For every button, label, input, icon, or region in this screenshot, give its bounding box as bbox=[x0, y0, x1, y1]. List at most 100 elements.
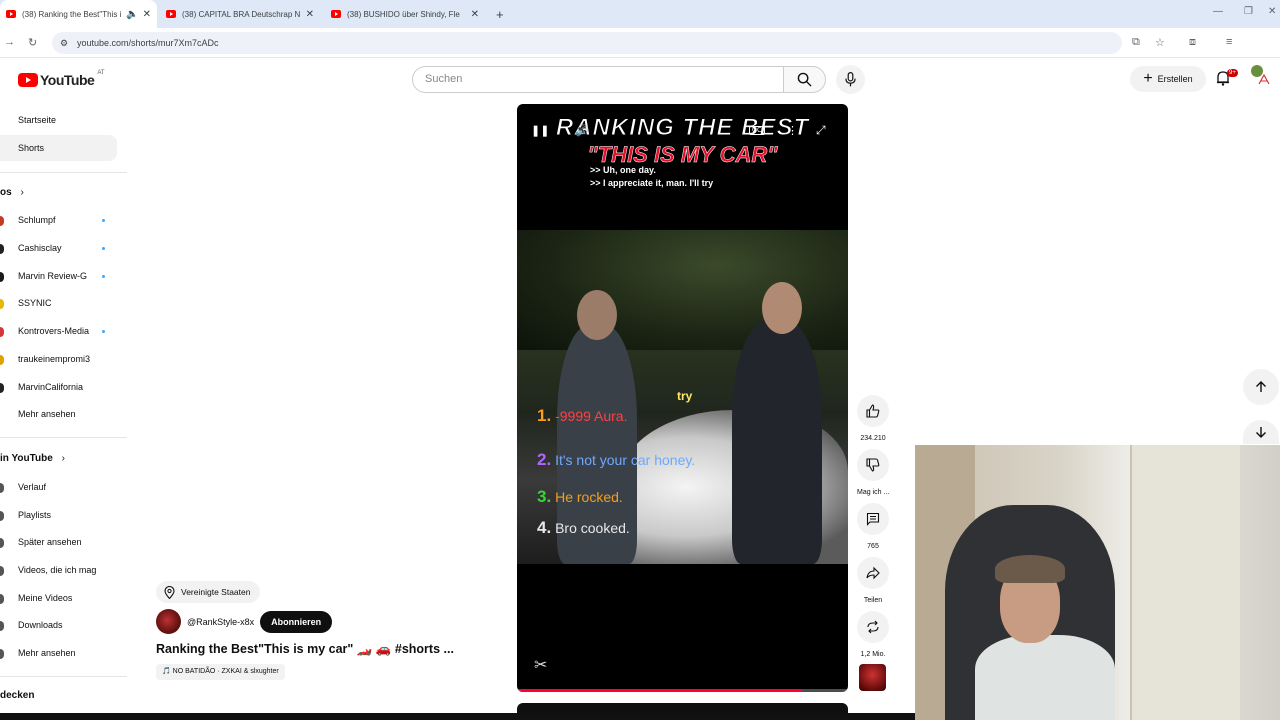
sidebar-item-home[interactable]: Startseite bbox=[18, 115, 56, 125]
sidebar-item-history[interactable]: Verlauf bbox=[18, 482, 46, 492]
channel-name[interactable]: @RankStyle-x8x bbox=[187, 617, 254, 627]
tab-title: (38) BUSHIDO über Shindy, Fle bbox=[347, 9, 460, 19]
minimize-icon[interactable]: — bbox=[1213, 6, 1223, 17]
liked-videos-icon bbox=[0, 566, 4, 576]
you-section-header-label: in YouTube bbox=[0, 453, 53, 464]
dislike-button[interactable]: Mag ich ... bbox=[857, 449, 889, 496]
sidebar-item-channel[interactable]: traukeinempromi3 bbox=[18, 354, 90, 364]
reload-icon[interactable]: ↻ bbox=[28, 36, 37, 49]
browser-tab[interactable]: (38) CAPITAL BRA Deutschrap N ✕ bbox=[160, 0, 320, 28]
thumbs-up-icon bbox=[857, 395, 889, 427]
video-title[interactable]: Ranking the Best"This is my car" 🏎️ 🚗 #s… bbox=[156, 642, 454, 657]
new-tab-button[interactable]: + bbox=[490, 0, 510, 28]
youtube-play-icon bbox=[18, 73, 38, 87]
mute-tab-icon[interactable]: 🔈 bbox=[126, 9, 138, 20]
search-icon bbox=[797, 72, 812, 87]
subscribe-button[interactable]: Abonnieren bbox=[260, 610, 333, 633]
sidebar-item-my-videos[interactable]: Meine Videos bbox=[18, 593, 72, 603]
sidebar-divider bbox=[0, 437, 127, 438]
voice-search-button[interactable] bbox=[836, 65, 865, 94]
volume-icon[interactable]: 🔊 bbox=[575, 124, 589, 137]
search-input[interactable]: Suchen bbox=[412, 66, 784, 93]
channel-avatar bbox=[0, 244, 4, 254]
more-options-icon[interactable]: ⋮ bbox=[787, 124, 798, 137]
sidebar-item-channel[interactable]: Marvin Review-G bbox=[18, 271, 87, 281]
plus-icon: + bbox=[1143, 70, 1153, 87]
arrow-up-icon bbox=[1256, 381, 1266, 392]
site-info-icon[interactable]: ⚙ bbox=[60, 32, 68, 54]
sidebar-show-more[interactable]: Mehr ansehen bbox=[18, 648, 76, 658]
watch-later-icon bbox=[0, 538, 4, 548]
sidebar-item-channel[interactable]: Schlumpf bbox=[18, 215, 56, 225]
account-avatar[interactable] bbox=[1257, 72, 1271, 86]
rank-item: 4. Bro cooked. bbox=[537, 518, 630, 538]
remix-button[interactable]: 1,2 Mio. bbox=[857, 611, 889, 658]
rank-item: 2. It's not your car honey. bbox=[537, 450, 695, 470]
channel-avatar bbox=[0, 327, 4, 337]
sound-thumbnail[interactable] bbox=[859, 664, 886, 691]
sidebar-item-shorts[interactable]: Shorts bbox=[18, 143, 44, 153]
browser-tab[interactable]: (38) BUSHIDO über Shindy, Fle ✕ bbox=[325, 0, 485, 28]
url-text: youtube.com/shorts/mur7Xm7cADc bbox=[77, 38, 219, 48]
sidebar-item-channel[interactable]: Kontrovers-Media bbox=[18, 326, 89, 336]
rank-number: 2. bbox=[537, 450, 552, 469]
install-app-icon[interactable]: ⧉ bbox=[1132, 36, 1140, 49]
comments-button[interactable]: 765 bbox=[857, 503, 889, 550]
sidebar-item-watch-later[interactable]: Später ansehen bbox=[18, 537, 82, 547]
browser-tab-bar: (38) Ranking the Best"This i 🔈 ✕ (38) CA… bbox=[0, 0, 1280, 28]
create-button[interactable]: + Erstellen bbox=[1130, 66, 1206, 92]
show-more-icon bbox=[0, 649, 4, 659]
sidebar-item-channel[interactable]: MarvinCalifornia bbox=[18, 382, 83, 392]
forward-icon[interactable]: → bbox=[4, 36, 15, 48]
channel-avatar bbox=[0, 355, 4, 365]
media-control-icon[interactable]: ≡ bbox=[1226, 36, 1232, 48]
share-button[interactable]: Teilen bbox=[857, 557, 889, 604]
youtube-logo[interactable]: YouTube AT bbox=[18, 70, 105, 88]
rank-text: He rocked. bbox=[555, 489, 623, 505]
video-subtitle: try bbox=[677, 389, 693, 403]
sidebar-item-channel[interactable]: SSYNIC bbox=[18, 298, 52, 308]
url-field[interactable]: ⚙ youtube.com/shorts/mur7Xm7cADc bbox=[52, 32, 1122, 54]
video-progress-bar[interactable] bbox=[517, 689, 848, 692]
new-content-dot bbox=[102, 330, 105, 333]
logo-text: YouTube bbox=[40, 72, 95, 88]
you-section-header[interactable]: in YouTube › bbox=[0, 453, 65, 464]
person-right bbox=[732, 320, 822, 564]
channel-avatar bbox=[0, 216, 4, 226]
sidebar-item-playlists[interactable]: Playlists bbox=[18, 510, 51, 520]
close-tab-icon[interactable]: ✕ bbox=[471, 9, 479, 20]
browser-tab-active[interactable]: (38) Ranking the Best"This i 🔈 ✕ bbox=[0, 0, 157, 28]
next-short-button[interactable] bbox=[1243, 420, 1279, 444]
pause-icon[interactable]: ❚❚ bbox=[531, 124, 549, 137]
person-left-head bbox=[577, 290, 617, 340]
location-label: Vereinigte Staaten bbox=[181, 587, 251, 597]
downloads-icon bbox=[0, 621, 4, 631]
channel-avatar[interactable] bbox=[156, 609, 181, 634]
close-tab-icon[interactable]: ✕ bbox=[306, 9, 314, 20]
youtube-favicon-icon bbox=[6, 10, 16, 18]
music-chip[interactable]: 🎵 NO BATIDÃO · ZXKAI & slxughter bbox=[156, 664, 285, 680]
sidebar-item-channel[interactable]: Cashisclay bbox=[18, 243, 62, 253]
sidebar-item-downloads[interactable]: Downloads bbox=[18, 620, 63, 630]
shorts-video-player[interactable]: RANKING THE BEST "THIS IS MY CAR" >> Uh,… bbox=[517, 104, 848, 692]
location-chip[interactable]: Vereinigte Staaten bbox=[156, 581, 261, 603]
playlists-icon bbox=[0, 511, 4, 521]
subscriptions-header[interactable]: os › bbox=[0, 187, 24, 198]
captions-icon[interactable]: CC bbox=[749, 126, 766, 135]
restore-icon[interactable]: ❐ bbox=[1244, 6, 1253, 17]
bookmark-star-icon[interactable]: ☆ bbox=[1155, 36, 1165, 49]
extensions-icon[interactable]: ⧈ bbox=[1189, 36, 1196, 49]
search-button[interactable] bbox=[783, 66, 826, 93]
previous-short-button[interactable] bbox=[1243, 369, 1279, 405]
sidebar-divider bbox=[0, 172, 127, 173]
new-content-dot bbox=[102, 219, 105, 222]
like-button[interactable]: 234.210 bbox=[857, 395, 889, 442]
close-window-icon[interactable]: ✕ bbox=[1268, 6, 1276, 17]
capcut-logo-icon: ✂ bbox=[534, 657, 548, 674]
sidebar-show-more[interactable]: Mehr ansehen bbox=[18, 409, 76, 419]
fullscreen-icon[interactable]: ⤢ bbox=[816, 123, 826, 138]
sidebar-item-liked-videos[interactable]: Videos, die ich mag bbox=[18, 565, 96, 575]
rank-number: 4. bbox=[537, 518, 552, 537]
room-door bbox=[1130, 445, 1240, 720]
close-tab-icon[interactable]: ✕ bbox=[143, 9, 151, 20]
